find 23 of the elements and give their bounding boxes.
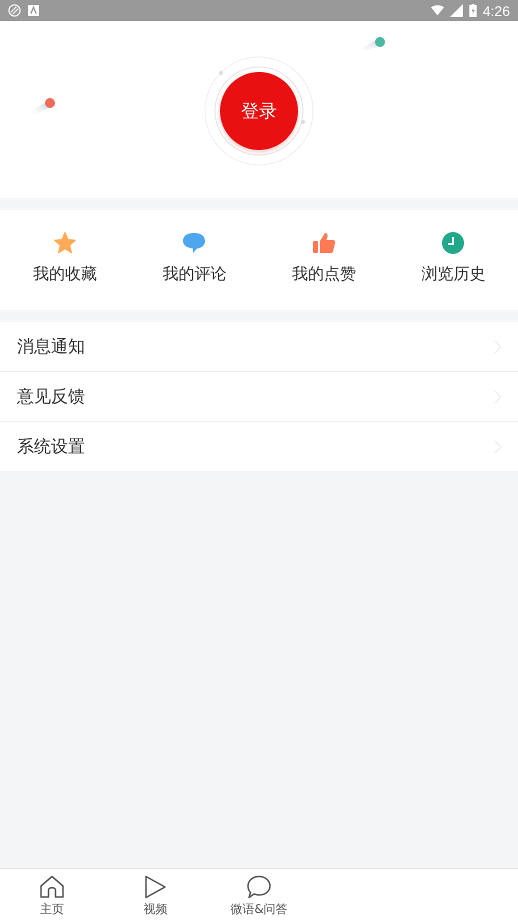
shortcut-label[interactable]: 我的评论 (162, 264, 226, 285)
nav-item[interactable]: 主页 (0, 869, 104, 920)
nav-item[interactable]: 微语&问答 (207, 869, 311, 920)
sim-icon (8, 4, 21, 17)
star-icon[interactable] (52, 231, 77, 255)
menu-item[interactable]: 消息通知 (0, 322, 518, 372)
thumbs-up-icon[interactable] (312, 231, 336, 255)
menu-item[interactable]: 意见反馈 (0, 372, 518, 422)
clock-time: 4:26 (482, 2, 510, 18)
signal-icon (450, 4, 463, 17)
login-button[interactable]: 登录 (220, 72, 298, 150)
battery-icon (468, 4, 477, 17)
speech-bubble-icon (246, 875, 272, 899)
shortcut-label[interactable]: 我的收藏 (32, 264, 97, 285)
nav-item[interactable]: 视频 (104, 869, 208, 920)
wifi-icon (430, 4, 444, 17)
shortcut-label[interactable]: 浏览历史 (421, 264, 486, 285)
shortcut-label[interactable]: 我的点赞 (292, 264, 356, 285)
speech-bubble-icon[interactable] (182, 231, 206, 255)
menu-item[interactable]: 系统设置 (0, 422, 518, 471)
home-icon (38, 875, 65, 899)
clock-icon[interactable] (441, 231, 466, 255)
notification-icon (27, 4, 40, 17)
